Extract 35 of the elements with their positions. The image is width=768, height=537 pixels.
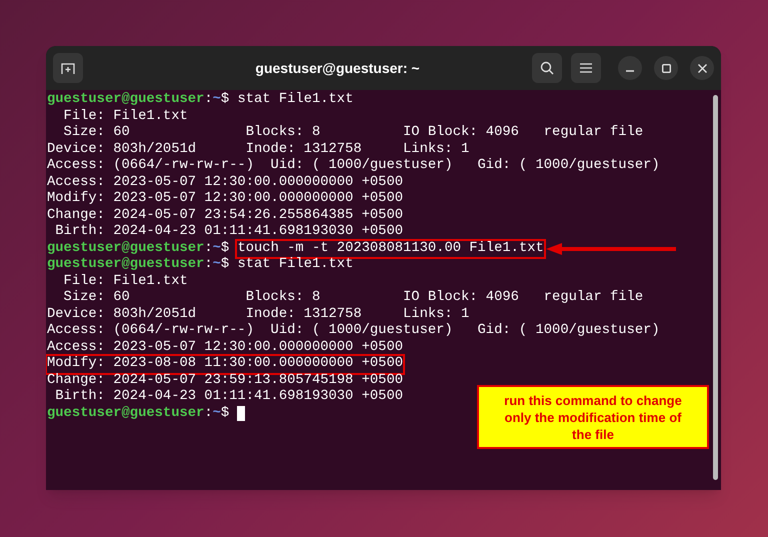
- close-icon: [698, 64, 706, 72]
- maximize-button[interactable]: [654, 56, 678, 80]
- search-icon: [540, 61, 554, 75]
- menu-button[interactable]: [571, 53, 601, 83]
- window-title: guestuser@guestuser: ~: [254, 58, 421, 78]
- output-line: Size: 60 Blocks: 8 IO Block: 4096 regular file: [62, 290, 644, 306]
- command-text: stat File1.txt: [237, 92, 354, 108]
- new-tab-icon: [61, 61, 75, 75]
- output-line: Modify: 2023-05-07 12:30:00.000000000 +0500: [47, 191, 404, 208]
- maximize-icon: [662, 64, 670, 72]
- output-line: Size: 60 Blocks: 8 IO Block: 4096 regular file: [62, 125, 644, 142]
- command-text: stat File1.txt: [237, 257, 354, 274]
- close-button[interactable]: [690, 56, 714, 80]
- scrollbar[interactable]: [713, 95, 718, 480]
- search-button[interactable]: [532, 53, 562, 83]
- callout-note: run this command to change only the modification time of the file: [477, 385, 709, 449]
- shell-prompt: guestuser@guestuser:~$: [47, 406, 230, 422]
- output-line: Access: 2023-05-07 12:30:00.000000000 +0500: [47, 174, 404, 191]
- minimize-button[interactable]: [618, 56, 642, 80]
- shell-prompt: guestuser@guestuser:~$: [47, 92, 230, 108]
- output-line: Birth: 2024-04-23 01:11:41.698193030 +0500: [54, 389, 404, 406]
- output-line: Access: (0664/-rw-rw-r--) Uid: ( 1000/guestuser) Gid: ( 1000/guestuser): [47, 323, 660, 340]
- new-tab-button[interactable]: [53, 53, 83, 83]
- output-line: File: File1.txt: [62, 108, 188, 125]
- output-line: Device: 803h/2051d Inode: 1312758 Links: 1: [47, 142, 470, 158]
- output-line: Change: 2024-05-07 23:54:26.255864385 +0500: [47, 208, 404, 224]
- output-line: Device: 803h/2051d Inode: 1312758 Links: 1: [47, 306, 470, 323]
- shell-prompt: guestuser@guestuser:~$: [47, 257, 230, 274]
- menu-icon: [580, 63, 592, 73]
- output-line: Birth: 2024-04-23 01:11:41.698193030 +0500: [54, 224, 404, 240]
- output-line: Change: 2024-05-07 23:59:13.805745198 +0500: [47, 372, 404, 389]
- shell-prompt: guestuser@guestuser:~$: [47, 240, 230, 257]
- output-line: Access: 2023-05-07 12:30:00.000000000 +0500: [47, 340, 404, 356]
- output-line: File: File1.txt: [62, 274, 188, 290]
- output-line: Access: (0664/-rw-rw-r--) Uid: ( 1000/guestuser) Gid: ( 1000/guestuser): [47, 158, 660, 174]
